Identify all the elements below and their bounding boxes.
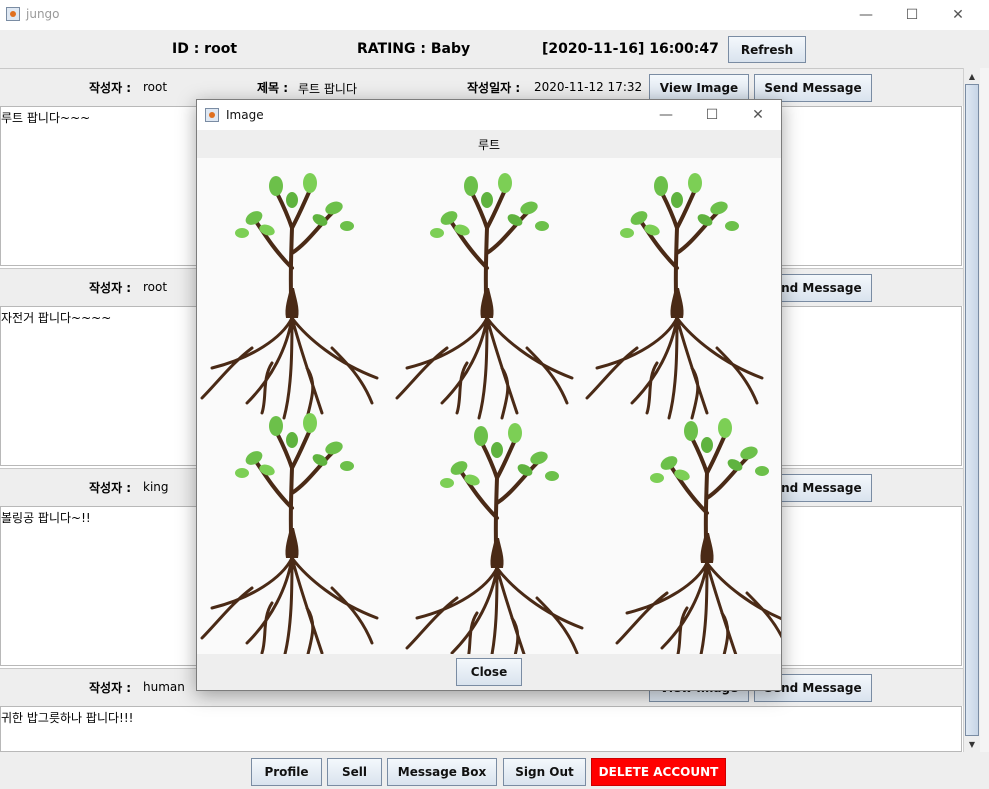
minimize-icon[interactable]: — bbox=[843, 0, 889, 30]
maximize-icon[interactable]: ☐ bbox=[889, 0, 935, 30]
date-label: 작성일자 : bbox=[467, 81, 521, 95]
close-window-icon[interactable]: ✕ bbox=[935, 0, 981, 30]
java-app-icon bbox=[6, 7, 20, 21]
tree-drawing bbox=[405, 421, 584, 670]
author-value: human bbox=[143, 680, 185, 694]
delete-account-button[interactable]: DELETE ACCOUNT bbox=[591, 758, 726, 786]
window-title: jungo bbox=[26, 7, 60, 21]
tree-drawing bbox=[200, 411, 379, 660]
datetime-label: [2020-11-16] 16:00:47 bbox=[542, 41, 719, 57]
send-message-button[interactable]: Send Message bbox=[754, 74, 872, 102]
author-label: 작성자 : bbox=[89, 681, 132, 695]
title-value: 루트 팝니다 bbox=[298, 82, 358, 96]
post-content: 귀한 밥그릇하나 팝니다!!! bbox=[1, 711, 134, 725]
author-value: root bbox=[143, 80, 168, 94]
author-label: 작성자 : bbox=[89, 481, 132, 495]
post-content: 자전거 팝니다~~~~ bbox=[1, 311, 112, 325]
author-value: root bbox=[143, 280, 168, 294]
image-dialog: Image — ☐ ✕ 루트 Close bbox=[196, 99, 794, 691]
title-label: 제목 : bbox=[257, 81, 289, 95]
post-body: 귀한 밥그릇하나 팝니다!!! bbox=[0, 706, 962, 752]
tree-drawing bbox=[200, 171, 379, 420]
dialog-caption: 루트 bbox=[197, 130, 781, 158]
dialog-title: Image bbox=[226, 108, 264, 122]
refresh-button[interactable]: Refresh bbox=[728, 36, 806, 63]
window-titlebar: jungo — ☐ ✕ bbox=[0, 0, 989, 30]
author-label: 작성자 : bbox=[89, 281, 132, 295]
scroll-up-icon[interactable]: ▲ bbox=[964, 68, 980, 84]
vertical-scrollbar[interactable]: ▲ ▼ bbox=[963, 68, 980, 752]
dialog-footer: Close bbox=[197, 654, 781, 690]
maximize-icon[interactable]: ☐ bbox=[689, 100, 735, 130]
close-button[interactable]: Close bbox=[456, 658, 522, 686]
tree-illustration bbox=[200, 171, 794, 670]
image-caption: 루트 bbox=[477, 137, 501, 152]
scroll-thumb[interactable] bbox=[965, 84, 979, 736]
message-box-button[interactable]: Message Box bbox=[387, 758, 497, 786]
minimize-icon[interactable]: — bbox=[643, 100, 689, 130]
java-app-icon bbox=[205, 108, 219, 122]
post-content: 루트 팝니다~~~ bbox=[1, 111, 91, 125]
tree-roots-image bbox=[197, 158, 794, 670]
status-header: ID : root RATING : Baby [2020-11-16] 16:… bbox=[0, 30, 989, 68]
scroll-down-icon[interactable]: ▼ bbox=[964, 736, 980, 752]
sell-button[interactable]: Sell bbox=[327, 758, 382, 786]
tree-drawing bbox=[395, 171, 574, 420]
date-value: 2020-11-12 17:32 bbox=[534, 80, 643, 94]
author-value: king bbox=[143, 480, 169, 494]
tree-drawing bbox=[585, 171, 764, 420]
user-id-label: ID : root bbox=[172, 41, 238, 57]
bottom-toolbar: Profile Sell Message Box Sign Out DELETE… bbox=[0, 752, 989, 789]
post-content: 볼링공 팝니다~!! bbox=[1, 511, 91, 525]
sign-out-button[interactable]: Sign Out bbox=[503, 758, 586, 786]
author-label: 작성자 : bbox=[89, 81, 132, 95]
close-dialog-icon[interactable]: ✕ bbox=[735, 100, 781, 130]
profile-button[interactable]: Profile bbox=[251, 758, 322, 786]
tree-drawing bbox=[615, 416, 794, 665]
view-image-button[interactable]: View Image bbox=[649, 74, 749, 102]
rating-label: RATING : Baby bbox=[357, 41, 471, 57]
window-edge bbox=[980, 68, 989, 752]
dialog-titlebar: Image — ☐ ✕ bbox=[197, 100, 781, 130]
